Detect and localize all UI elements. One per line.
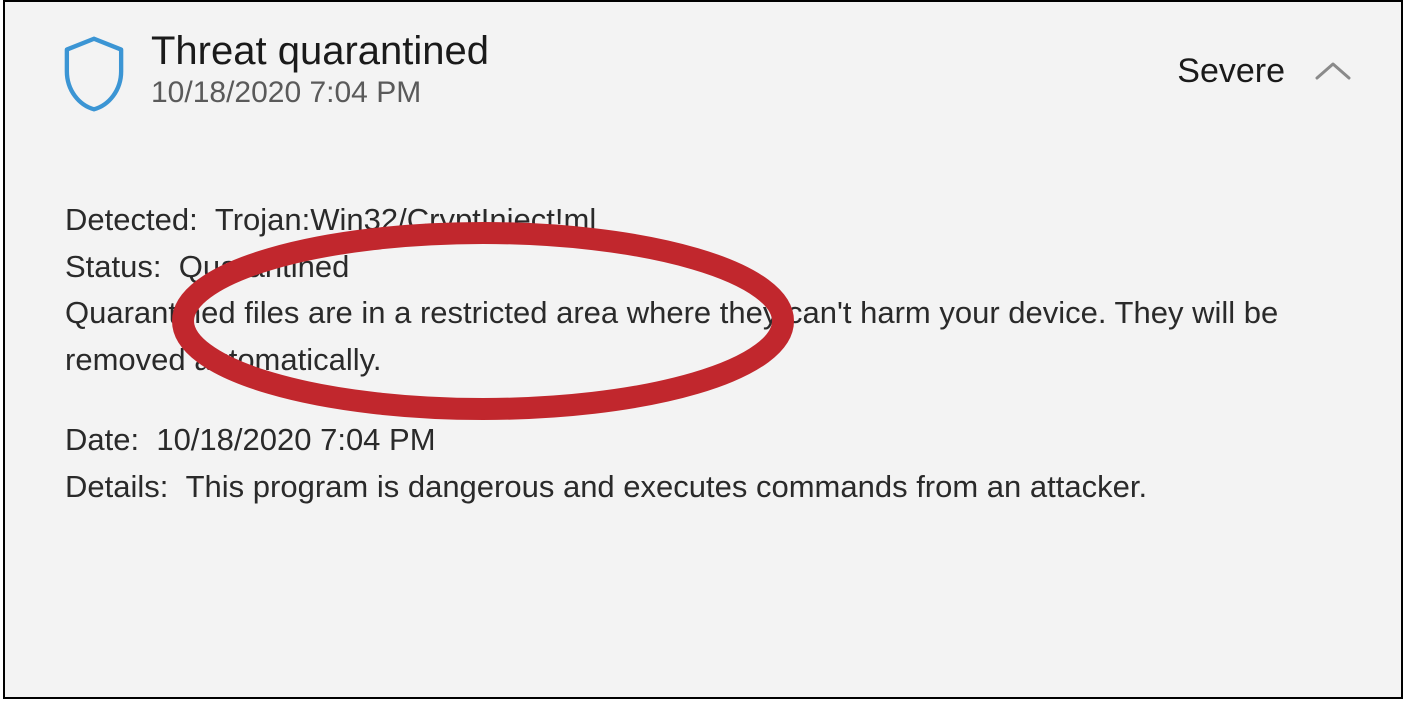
severity-label: Severe	[1177, 52, 1285, 91]
chevron-up-icon[interactable]	[1313, 60, 1353, 84]
date-value: 10/18/2020 7:04 PM	[156, 417, 435, 464]
threat-timestamp: 10/18/2020 7:04 PM	[151, 76, 1177, 110]
status-row: Status: Quarantined	[65, 244, 1341, 291]
detected-row: Detected: Trojan:Win32/CryptInject!ml	[65, 197, 1341, 244]
details-label: Details:	[65, 464, 186, 511]
threat-title: Threat quarantined	[151, 28, 1177, 74]
detected-label: Detected:	[65, 197, 215, 244]
threat-header[interactable]: Threat quarantined 10/18/2020 7:04 PM Se…	[5, 2, 1401, 117]
details-row: Details: This program is dangerous and e…	[65, 464, 1341, 511]
threat-detail-panel: Threat quarantined 10/18/2020 7:04 PM Se…	[3, 0, 1403, 699]
detected-value: Trojan:Win32/CryptInject!ml	[215, 197, 596, 244]
threat-title-block: Threat quarantined 10/18/2020 7:04 PM	[141, 28, 1177, 110]
date-row: Date: 10/18/2020 7:04 PM	[65, 417, 1341, 464]
threat-body: Detected: Trojan:Win32/CryptInject!ml St…	[5, 117, 1401, 510]
status-value: Quarantined	[179, 244, 350, 291]
shield-icon	[61, 28, 141, 117]
date-label: Date:	[65, 417, 156, 464]
quarantine-description: Quarantined files are in a restricted ar…	[65, 290, 1341, 383]
header-right: Severe	[1177, 28, 1353, 91]
status-label: Status:	[65, 244, 179, 291]
details-value: This program is dangerous and executes c…	[186, 464, 1341, 511]
